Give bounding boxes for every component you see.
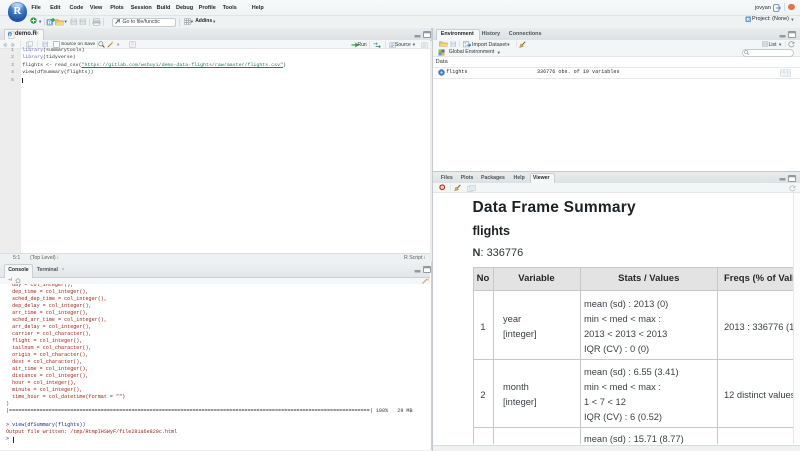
svg-text:R: R — [9, 31, 12, 36]
svg-text:R: R — [48, 20, 52, 26]
